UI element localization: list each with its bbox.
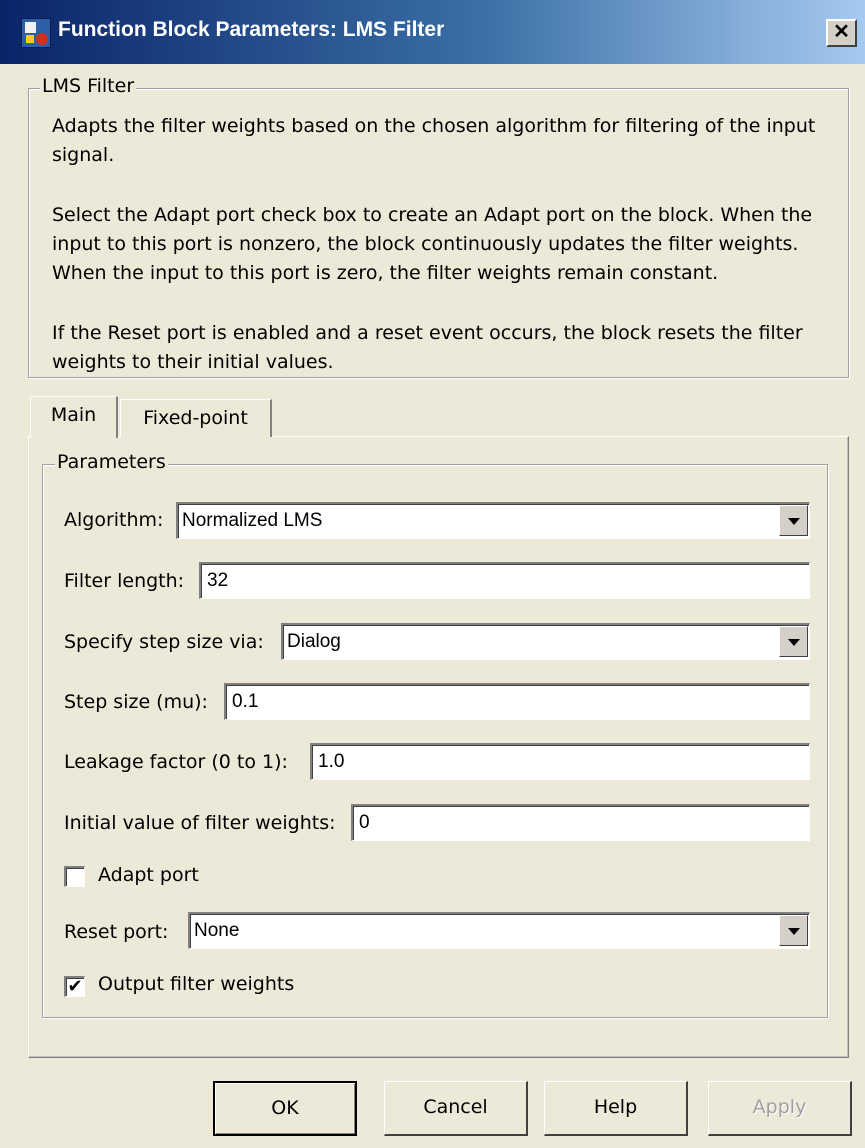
initial-weights-input[interactable]: 0	[351, 804, 810, 841]
step-size-via-select[interactable]: Dialog	[281, 623, 810, 660]
description-group-legend: LMS Filter	[40, 75, 137, 97]
help-button[interactable]: Help	[544, 1081, 688, 1136]
filter-length-label: Filter length:	[64, 570, 185, 592]
step-size-label: Step size (mu):	[64, 691, 208, 713]
description-text: Adapts the filter weights based on the c…	[52, 112, 822, 408]
tab-fixed-point[interactable]: Fixed-point	[120, 399, 272, 437]
reset-port-select[interactable]: None	[188, 912, 810, 949]
algorithm-select[interactable]: Normalized LMS	[176, 502, 810, 539]
description-paragraph-3: If the Reset port is enabled and a reset…	[52, 322, 803, 373]
output-filter-weights-label[interactable]: Output filter weights	[98, 973, 294, 995]
window-title: Function Block Parameters: LMS Filter	[58, 18, 445, 41]
algorithm-label: Algorithm:	[64, 509, 164, 531]
adapt-port-label[interactable]: Adapt port	[98, 864, 199, 886]
leakage-factor-label: Leakage factor (0 to 1):	[64, 751, 288, 773]
description-paragraph-1: Adapts the filter weights based on the c…	[52, 115, 816, 166]
description-paragraph-2: Select the Adapt port check box to creat…	[52, 204, 813, 284]
algorithm-value: Normalized LMS	[182, 510, 323, 531]
cancel-button[interactable]: Cancel	[384, 1081, 528, 1136]
close-button[interactable]: ✕	[826, 19, 857, 47]
title-bar[interactable]: Function Block Parameters: LMS Filter ✕	[0, 0, 865, 64]
step-size-via-label: Specify step size via:	[64, 631, 264, 653]
leakage-factor-input[interactable]: 1.0	[310, 743, 810, 780]
reset-port-value: None	[194, 920, 240, 941]
step-size-via-value: Dialog	[287, 631, 341, 652]
initial-weights-label: Initial value of filter weights:	[64, 812, 336, 834]
adapt-port-checkbox[interactable]	[64, 866, 85, 887]
output-filter-weights-checkbox[interactable]: ✔	[64, 976, 85, 997]
apply-button[interactable]: Apply	[708, 1081, 852, 1136]
step-size-input[interactable]: 0.1	[224, 683, 810, 720]
parameters-group-legend: Parameters	[55, 451, 168, 473]
tab-main[interactable]: Main	[30, 396, 118, 438]
ok-button[interactable]: OK	[213, 1081, 357, 1136]
step-size-via-dropdown-arrow-icon[interactable]	[779, 626, 808, 657]
algorithm-dropdown-arrow-icon[interactable]	[779, 505, 808, 536]
filter-length-input[interactable]: 32	[199, 562, 810, 599]
simulink-block-icon	[21, 18, 51, 48]
reset-port-dropdown-arrow-icon[interactable]	[779, 915, 808, 946]
reset-port-label: Reset port:	[64, 921, 169, 943]
